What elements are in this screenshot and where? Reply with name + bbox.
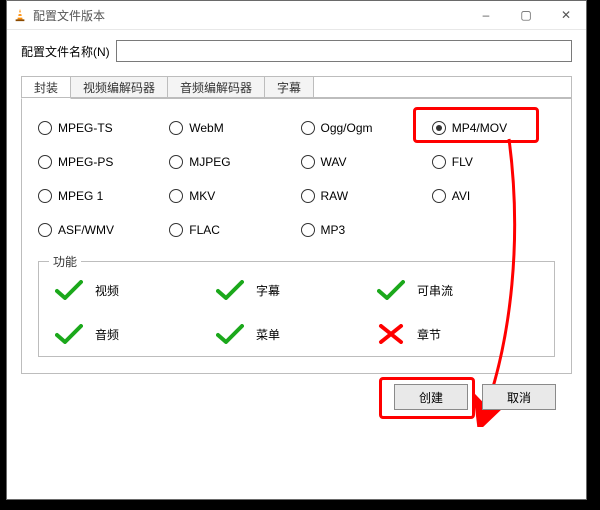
- format-radio-flv[interactable]: FLV: [432, 155, 555, 169]
- features-legend: 功能: [49, 253, 81, 270]
- feature-video: 视频: [55, 280, 216, 300]
- features-box: 功能 视频字幕可串流音频菜单章节: [38, 261, 555, 357]
- format-radio-mp4[interactable]: MP4/MOV: [432, 121, 555, 135]
- format-label: FLV: [452, 155, 473, 169]
- titlebar: 配置文件版本 – ▢ ✕: [7, 1, 586, 30]
- format-radio-flac[interactable]: FLAC: [169, 223, 292, 237]
- check-icon: [55, 280, 83, 300]
- radio-icon: [301, 121, 315, 135]
- tab-subtitle[interactable]: 字幕: [265, 77, 314, 98]
- format-radio-mpeg1[interactable]: MPEG 1: [38, 189, 161, 203]
- format-grid: MPEG-TS WebM Ogg/Ogm MP4/MOV MPEG-PS MJPEG WAV…: [38, 121, 555, 237]
- format-label: MPEG-TS: [58, 121, 113, 135]
- feature-audio: 音频: [55, 324, 216, 344]
- check-icon: [216, 324, 244, 344]
- radio-icon: [38, 223, 52, 237]
- feature-label: 音频: [95, 326, 119, 343]
- format-label: Ogg/Ogm: [321, 121, 373, 135]
- create-button[interactable]: 创建: [394, 384, 468, 410]
- profile-name-row: 配置文件名称(N): [21, 40, 572, 62]
- format-radio-wav[interactable]: WAV: [301, 155, 424, 169]
- format-radio-mjpeg[interactable]: MJPEG: [169, 155, 292, 169]
- check-icon: [216, 280, 244, 300]
- profile-name-input[interactable]: [116, 40, 572, 62]
- radio-icon: [432, 155, 446, 169]
- format-label: MPEG-PS: [58, 155, 113, 169]
- tab-video[interactable]: 视频编解码器: [71, 77, 168, 98]
- feature-stream: 可串流: [377, 280, 538, 300]
- feature-chapter: 章节: [377, 324, 538, 344]
- cancel-button[interactable]: 取消: [482, 384, 556, 410]
- radio-icon: [432, 121, 446, 135]
- format-radio-avi[interactable]: AVI: [432, 189, 555, 203]
- format-label: ASF/WMV: [58, 223, 114, 237]
- feature-label: 视频: [95, 282, 119, 299]
- dialog-buttons: 创建 取消: [21, 374, 572, 410]
- vlc-icon: [13, 8, 27, 22]
- format-label: AVI: [452, 189, 470, 203]
- radio-icon: [38, 189, 52, 203]
- feature-label: 字幕: [256, 282, 280, 299]
- feature-menu: 菜单: [216, 324, 377, 344]
- format-radio-ogg[interactable]: Ogg/Ogm: [301, 121, 424, 135]
- check-icon: [55, 324, 83, 344]
- format-label: MPEG 1: [58, 189, 103, 203]
- format-label: MP4/MOV: [452, 121, 507, 135]
- format-radio-raw[interactable]: RAW: [301, 189, 424, 203]
- tab-audio[interactable]: 音频编解码器: [168, 77, 265, 98]
- radio-icon: [169, 189, 183, 203]
- format-label: MJPEG: [189, 155, 230, 169]
- window-title: 配置文件版本: [33, 7, 105, 24]
- encapsulation-panel: MPEG-TS WebM Ogg/Ogm MP4/MOV MPEG-PS MJPEG WAV…: [21, 99, 572, 374]
- format-label: MP3: [321, 223, 346, 237]
- cross-icon: [377, 324, 405, 344]
- format-radio-mpeg-ts[interactable]: MPEG-TS: [38, 121, 161, 135]
- radio-icon: [38, 155, 52, 169]
- profile-name-label: 配置文件名称(N): [21, 43, 110, 60]
- check-icon: [377, 280, 405, 300]
- close-button[interactable]: ✕: [546, 1, 586, 29]
- dialog-window: 配置文件版本 – ▢ ✕ 配置文件名称(N) 封装视频编解码器音频编解码器字幕 …: [6, 0, 587, 500]
- radio-icon: [169, 121, 183, 135]
- format-radio-webm[interactable]: WebM: [169, 121, 292, 135]
- feature-label: 菜单: [256, 326, 280, 343]
- radio-icon: [169, 223, 183, 237]
- tab-strip: 封装视频编解码器音频编解码器字幕: [21, 76, 572, 99]
- minimize-button[interactable]: –: [466, 1, 506, 29]
- format-label: MKV: [189, 189, 215, 203]
- feature-subtitle: 字幕: [216, 280, 377, 300]
- format-label: WebM: [189, 121, 223, 135]
- radio-icon: [432, 189, 446, 203]
- format-radio-asf[interactable]: ASF/WMV: [38, 223, 161, 237]
- maximize-button[interactable]: ▢: [506, 1, 546, 29]
- format-radio-mpeg-ps[interactable]: MPEG-PS: [38, 155, 161, 169]
- format-radio-mp3[interactable]: MP3: [301, 223, 424, 237]
- format-label: FLAC: [189, 223, 220, 237]
- format-label: RAW: [321, 189, 349, 203]
- radio-icon: [169, 155, 183, 169]
- format-radio-mkv[interactable]: MKV: [169, 189, 292, 203]
- format-label: WAV: [321, 155, 347, 169]
- radio-icon: [301, 189, 315, 203]
- feature-label: 可串流: [417, 282, 453, 299]
- radio-icon: [301, 155, 315, 169]
- radio-icon: [38, 121, 52, 135]
- radio-icon: [301, 223, 315, 237]
- feature-label: 章节: [417, 326, 441, 343]
- tab-encap[interactable]: 封装: [21, 76, 71, 99]
